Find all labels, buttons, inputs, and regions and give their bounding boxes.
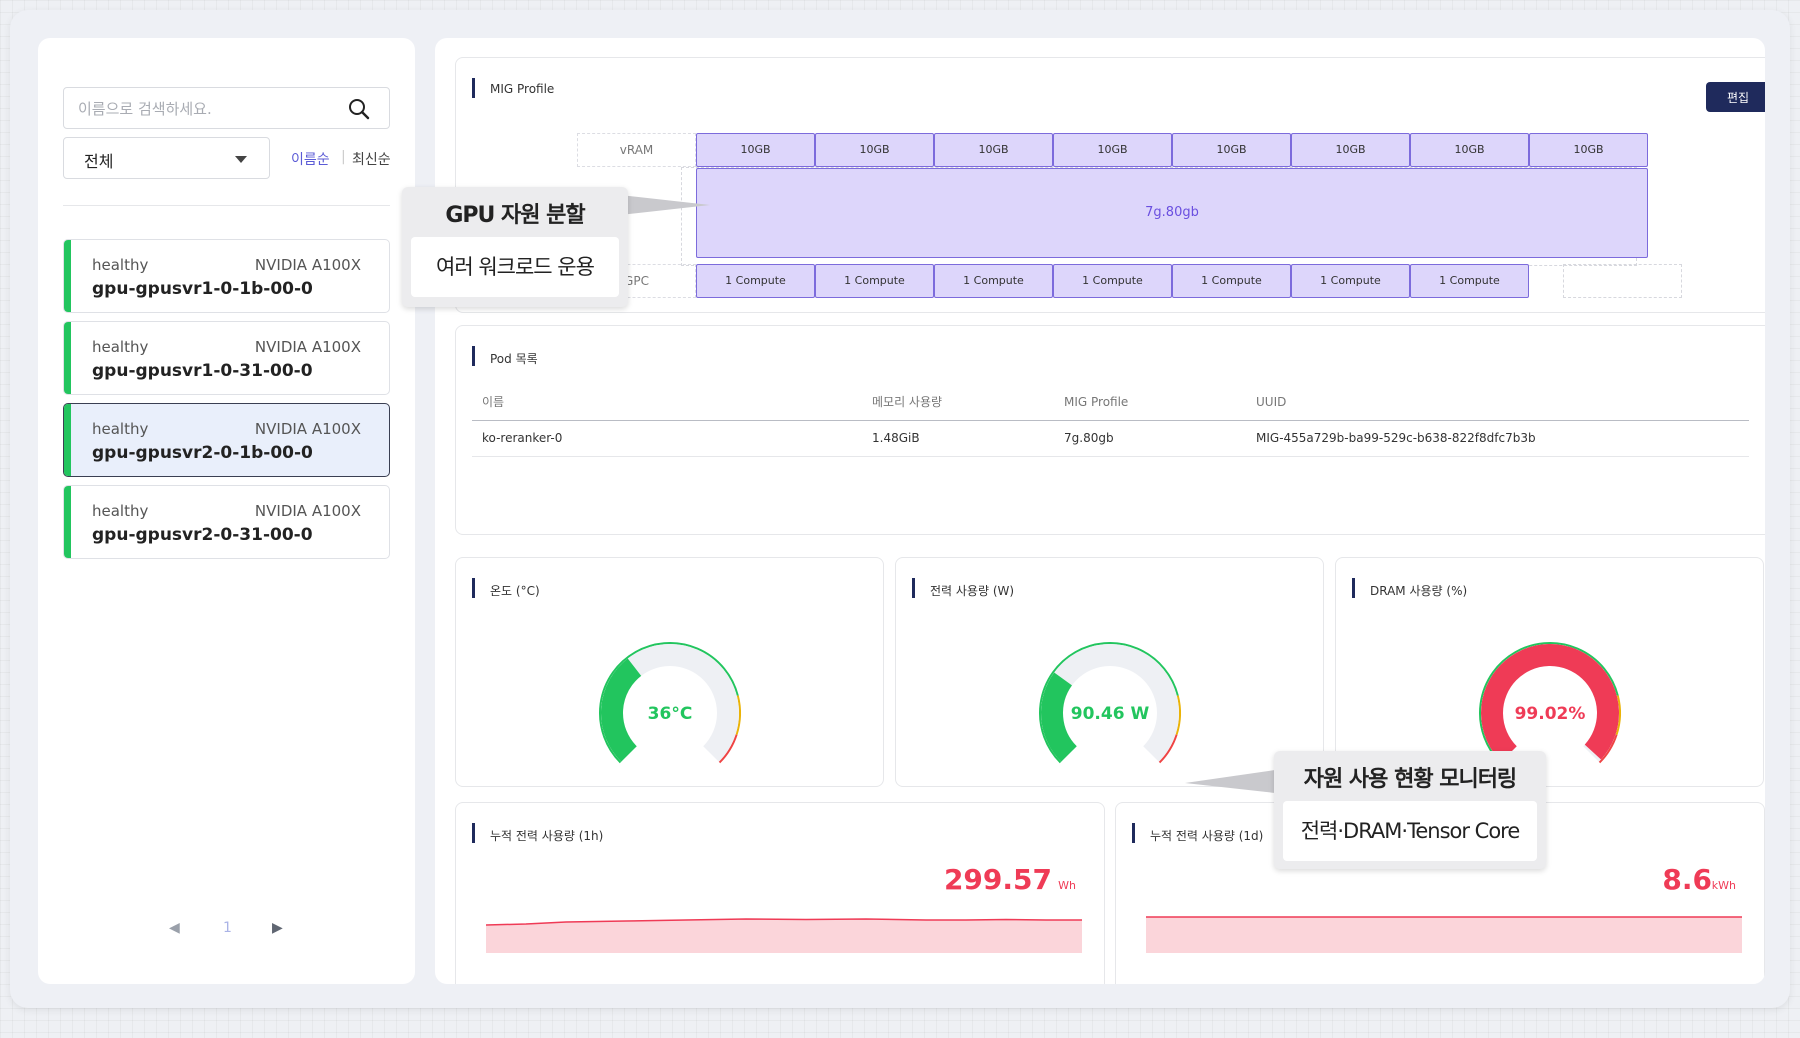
energy-sparkline bbox=[486, 918, 1082, 953]
vram-slice: 10GB bbox=[1172, 133, 1291, 167]
gpu-name: gpu-gpusvr2-0-31-00-0 bbox=[92, 525, 313, 545]
gpu-model: NVIDIA A100X bbox=[254, 420, 361, 438]
vram-slice: 10GB bbox=[1291, 133, 1410, 167]
vram-slice: 10GB bbox=[1053, 133, 1172, 167]
col-name: 이름 bbox=[472, 384, 862, 421]
energy-title: 누적 전력 사용량 (1d) bbox=[1132, 823, 1263, 844]
table-header-row: 이름 메모리 사용량 MIG Profile UUID bbox=[472, 384, 1749, 421]
vram-row-label: vRAM bbox=[577, 133, 696, 167]
temperature-gauge: 36°C bbox=[599, 642, 741, 764]
gpu-status: healthy bbox=[92, 256, 149, 274]
search-box[interactable] bbox=[63, 87, 390, 129]
sidebar-divider bbox=[63, 205, 390, 206]
gpu-status: healthy bbox=[92, 502, 149, 520]
pod-name: ko-reranker-0 bbox=[472, 420, 862, 457]
energy-value: 8.6 bbox=[1662, 863, 1712, 896]
temperature-gauge-panel: 온도 (°C) 36°C bbox=[455, 557, 884, 787]
vram-slice: 10GB bbox=[1410, 133, 1529, 167]
compute-slice: 1 Compute bbox=[1291, 264, 1410, 298]
gauge-value-arc bbox=[1041, 672, 1078, 762]
mig-profile-title: MIG Profile bbox=[472, 78, 554, 98]
gpu-name: gpu-gpusvr1-0-31-00-0 bbox=[92, 361, 313, 381]
monitoring-callout: 자원 사용 현황 모니터링 전력·DRAM·Tensor Core bbox=[1274, 751, 1546, 869]
power-gauge: 90.46 W bbox=[1039, 642, 1181, 764]
col-uuid: UUID bbox=[1246, 384, 1749, 421]
pod-list-panel: Pod 목록 이름 메모리 사용량 MIG Profile UUID ko-re… bbox=[455, 325, 1765, 535]
compute-slice: 1 Compute bbox=[696, 264, 815, 298]
gauge-value-label: 99.02% bbox=[1515, 704, 1586, 724]
vram-slice: 10GB bbox=[1529, 133, 1648, 167]
sort-by-name[interactable]: 이름순 bbox=[291, 149, 330, 169]
mig-profile-panel: MIG Profile 편집 vRAM GPC 10GB 10GB 10GB 1… bbox=[455, 57, 1765, 313]
compute-slice: 1 Compute bbox=[934, 264, 1053, 298]
chevron-down-icon bbox=[235, 156, 247, 163]
gpu-model: NVIDIA A100X bbox=[254, 502, 361, 520]
vram-slice: 10GB bbox=[934, 133, 1053, 167]
vram-slice: 10GB bbox=[815, 133, 934, 167]
gpu-list-item-selected[interactable]: healthy NVIDIA A100X gpu-gpusvr2-0-1b-00… bbox=[63, 403, 390, 477]
gpu-status: healthy bbox=[92, 338, 149, 356]
pod-uuid: MIG-455a729b-ba99-529c-b638-822f8dfc7b3b bbox=[1246, 420, 1749, 457]
callout-body: 여러 워크로드 운용 bbox=[411, 237, 619, 297]
callout-heading: GPU 자원 분할 bbox=[445, 203, 585, 228]
gpu-name: gpu-gpusvr2-0-1b-00-0 bbox=[92, 443, 313, 463]
col-mig-profile: MIG Profile bbox=[1054, 384, 1246, 421]
energy-unit: Wh bbox=[1058, 879, 1076, 892]
next-page-icon[interactable]: ▶ bbox=[272, 920, 283, 936]
pod-table: 이름 메모리 사용량 MIG Profile UUID ko-reranker-… bbox=[472, 384, 1749, 457]
pod-list-title: Pod 목록 bbox=[472, 346, 538, 367]
empty-compute-slot bbox=[1563, 264, 1682, 298]
energy-1h-panel: 누적 전력 사용량 (1h) 299.57 Wh bbox=[455, 802, 1105, 984]
status-filter-select[interactable]: 전체 bbox=[63, 137, 270, 179]
energy-sparkline bbox=[1146, 916, 1742, 953]
compute-slice: 1 Compute bbox=[815, 264, 934, 298]
callout-heading: 자원 사용 현황 모니터링 bbox=[1303, 767, 1517, 792]
table-row[interactable]: ko-reranker-0 1.48GiB 7g.80gb MIG-455a72… bbox=[472, 420, 1749, 457]
gpu-list-item[interactable]: healthy NVIDIA A100X gpu-gpusvr1-0-1b-00… bbox=[63, 239, 390, 313]
edit-button[interactable]: 편집 bbox=[1706, 82, 1765, 112]
search-icon[interactable] bbox=[347, 97, 371, 121]
compute-slice: 1 Compute bbox=[1172, 264, 1291, 298]
search-input[interactable] bbox=[78, 98, 338, 120]
health-indicator bbox=[64, 404, 71, 476]
gauge-value-arc bbox=[601, 658, 642, 762]
compute-slice: 1 Compute bbox=[1053, 264, 1172, 298]
gpu-split-callout: GPU 자원 분할 여러 워크로드 운용 bbox=[402, 187, 628, 307]
gpu-list-item[interactable]: healthy NVIDIA A100X gpu-gpusvr1-0-31-00… bbox=[63, 321, 390, 395]
mig-instance-block[interactable]: 7g.80gb bbox=[696, 168, 1648, 258]
health-indicator bbox=[64, 240, 71, 312]
gpu-model: NVIDIA A100X bbox=[254, 338, 361, 356]
sort-by-latest[interactable]: 최신순 bbox=[352, 149, 391, 169]
health-indicator bbox=[64, 486, 71, 558]
gpu-name: gpu-gpusvr1-0-1b-00-0 bbox=[92, 279, 313, 299]
col-memory: 메모리 사용량 bbox=[862, 384, 1054, 421]
pod-mig-profile: 7g.80gb bbox=[1054, 420, 1246, 457]
power-gauge-panel: 전력 사용량 (W) 90.46 W bbox=[895, 557, 1324, 787]
energy-title: 누적 전력 사용량 (1h) bbox=[472, 823, 603, 844]
compute-slice: 1 Compute bbox=[1410, 264, 1529, 298]
health-indicator bbox=[64, 322, 71, 394]
status-filter-value: 전체 bbox=[84, 152, 114, 171]
prev-page-icon[interactable]: ◀ bbox=[169, 920, 180, 936]
gpu-detail-panel: MIG Profile 편집 vRAM GPC 10GB 10GB 10GB 1… bbox=[435, 38, 1765, 984]
callout-pointer bbox=[620, 195, 710, 215]
gpu-sidebar: 전체 이름순 | 최신순 healthy NVIDIA A100X gpu-gp… bbox=[38, 38, 415, 984]
gpu-status: healthy bbox=[92, 420, 149, 438]
page-number[interactable]: 1 bbox=[223, 920, 232, 936]
gauge-value-label: 90.46 W bbox=[1071, 704, 1150, 724]
vram-slice: 10GB bbox=[696, 133, 815, 167]
callout-pointer bbox=[1185, 770, 1275, 793]
gpu-model: NVIDIA A100X bbox=[254, 256, 361, 274]
gpu-list-item[interactable]: healthy NVIDIA A100X gpu-gpusvr2-0-31-00… bbox=[63, 485, 390, 559]
callout-body: 전력·DRAM·Tensor Core bbox=[1283, 801, 1537, 861]
energy-value: 299.57 bbox=[943, 863, 1052, 896]
sort-separator: | bbox=[341, 149, 346, 165]
pod-memory: 1.48GiB bbox=[862, 420, 1054, 457]
energy-unit: kWh bbox=[1711, 879, 1736, 892]
gauge-value-label: 36°C bbox=[648, 704, 693, 724]
